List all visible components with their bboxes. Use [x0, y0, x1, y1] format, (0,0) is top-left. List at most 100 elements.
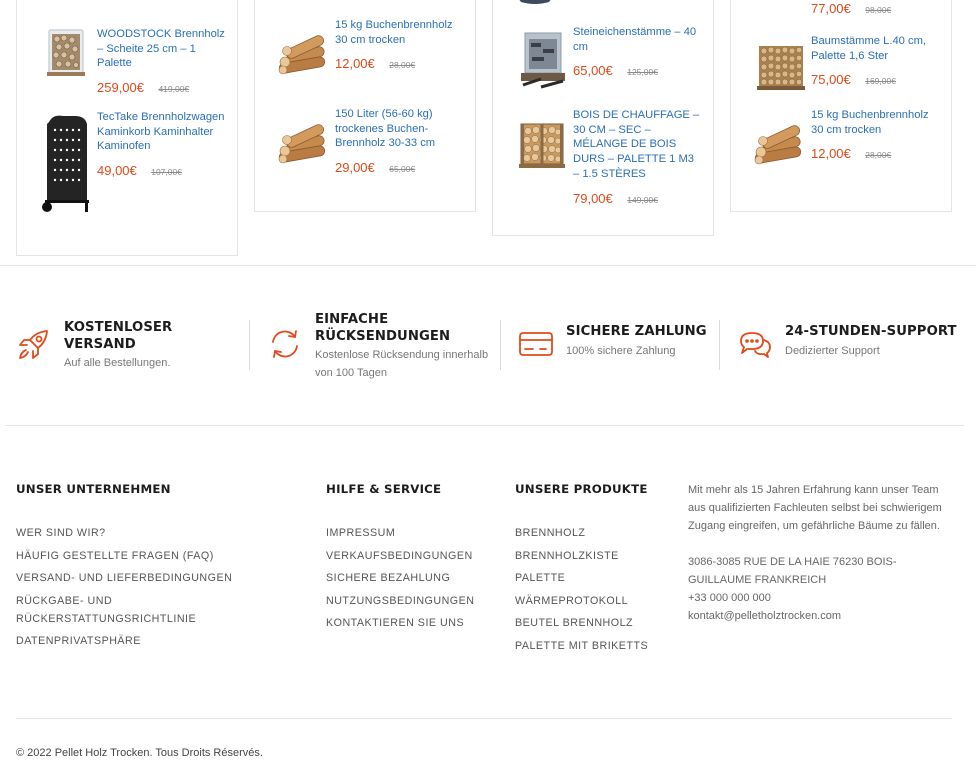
footer-link[interactable]: VERSAND- UND LIEFERBEDINGUNGEN [16, 569, 256, 587]
footer-link[interactable]: KONTAKTIEREN SIE UNS [326, 614, 506, 632]
price-row: 49,00€ 107,00€ [97, 162, 227, 180]
section-divider [5, 425, 964, 426]
product-old-price: 169,00€ [865, 76, 896, 87]
feature-subtitle: Kostenlose Rücksendung innerhalb von 100… [315, 349, 489, 379]
footer-link[interactable]: BRENNHOLZ [515, 524, 680, 542]
product-price: 12,00€ [335, 56, 375, 72]
log-bag-image[interactable] [511, 27, 573, 89]
footer-link[interactable]: BEUTEL BRENNHOLZ [515, 614, 680, 632]
price-row: 79,00€ 149,00€ [573, 190, 703, 208]
footer-link[interactable]: NUTZUNGSBEDINGUNGEN [326, 592, 506, 610]
feature-easy-returns: EINFACHE RÜCKSENDUNGEN Kostenlose Rückse… [267, 312, 492, 382]
footer-link[interactable]: WÄRMEPROTOKOLL [515, 592, 680, 610]
wood-crate-image[interactable] [511, 114, 573, 176]
product-price: 49,00€ [97, 163, 137, 179]
footer-link[interactable]: PALETTE MIT BRIKETTS [515, 637, 680, 655]
price-row: 259,00€ 419,00€ [97, 79, 227, 97]
feature-separator [500, 320, 501, 370]
footer-link[interactable]: SICHERE BEZAHLUNG [326, 569, 506, 587]
feature-text: SICHERE ZAHLUNG 100% sichere Zahlung [566, 324, 713, 360]
footer-help-heading: HILFE & SERVICE [326, 482, 442, 496]
product-card[interactable]: 150 Liter (56-60 kg) trockenes Buchen-Br… [255, 108, 475, 213]
company-email[interactable]: kontakt@pelletholztrocken.com [688, 607, 956, 625]
product-title[interactable]: 15 kg Buchenbrennholz 30 cm trocken [811, 108, 941, 137]
footer-link[interactable]: WER SIND WIR? [16, 524, 256, 542]
log-cart-image[interactable] [35, 110, 97, 220]
price-row: 29,00€ 65,00€ [335, 159, 465, 177]
product-price: 29,00€ [335, 160, 375, 176]
credit-card-icon [519, 332, 553, 356]
feature-title: EINFACHE RÜCKSENDUNGEN [315, 312, 451, 344]
product-old-price: 28,00€ [389, 60, 416, 71]
product-old-price: 98,00€ [865, 5, 892, 15]
product-card[interactable]: TecTake Brennholzwagen Kaminkorb Kaminha… [17, 111, 237, 216]
product-old-price: 419,00€ [158, 84, 190, 95]
footer-link[interactable]: BRENNHOLZKISTE [515, 547, 680, 565]
footer-help-links: IMPRESSUM VERKAUFSBEDINGUNGEN SICHERE BE… [326, 524, 506, 637]
feature-text: 24-STUNDEN-SUPPORT Dedizierter Support [785, 324, 962, 360]
footer-products-links: BRENNHOLZ BRENNHOLZKISTE PALETTE WÄRMEPR… [515, 524, 680, 660]
feature-secure-payment: SICHERE ZAHLUNG 100% sichere Zahlung [518, 312, 713, 382]
footer-link[interactable]: IMPRESSUM [326, 524, 506, 542]
product-price: 65,00€ [573, 63, 613, 79]
product-price: 79,00€ [573, 190, 613, 206]
price-row: 12,00€ 28,00€ [335, 55, 465, 73]
product-column-3: Steineichenstämme – 40 cm 65,00€ 125,00€… [492, 0, 714, 236]
product-price: 77,00€ [811, 1, 851, 16]
product-title[interactable]: Baumstämme L.40 cm, Palette 1,6 Ster [811, 34, 941, 63]
feature-title: 24-STUNDEN-SUPPORT [785, 324, 957, 339]
chat-bubbles-icon [740, 332, 771, 358]
footer-link[interactable]: VERKAUFSBEDINGUNGEN [326, 547, 506, 565]
footer-divider [16, 718, 952, 719]
footer-link[interactable]: RÜCKGABE- UND RÜCKERSTATTUNGSRICHTLINIE [16, 592, 206, 628]
feature-separator [249, 320, 250, 370]
product-price: 259,00€ [97, 80, 144, 96]
about-text: Mit mehr als 15 Jahren Erfahrung kann un… [688, 484, 942, 532]
footer-link[interactable]: HÄUFIG GESTELLTE FRAGEN (FAQ) [16, 547, 256, 565]
section-divider [0, 265, 976, 266]
feature-separator [719, 320, 720, 370]
product-title[interactable]: TecTake Brennholzwagen Kaminkorb Kaminha… [97, 110, 227, 154]
refresh-icon [272, 330, 298, 358]
feature-free-shipping: KOSTENLOSER VERSAND Auf alle Bestellunge… [16, 312, 241, 382]
product-title[interactable]: WOODSTOCK Brennholz – Scheite 25 cm – 1 … [97, 27, 227, 71]
feature-text: EINFACHE RÜCKSENDUNGEN Kostenlose Rückse… [315, 312, 492, 382]
footer-company-heading: UNSER UNTERNEHMEN [16, 482, 171, 496]
product-column-1: WOODSTOCK Brennholz – Scheite 25 cm – 1 … [16, 0, 238, 256]
product-price: 75,00€ [811, 72, 851, 88]
footer-company-links: WER SIND WIR? HÄUFIG GESTELLTE FRAGEN (F… [16, 524, 256, 655]
feature-subtitle: Dedizierter Support [785, 344, 880, 357]
company-phone[interactable]: +33 000 000 000 [688, 589, 956, 607]
log-pile-image[interactable] [273, 107, 335, 169]
product-title[interactable]: BOIS DE CHAUFFAGE – 30 CM – SEC – MÉLANG… [573, 108, 703, 182]
firewood-bag-image[interactable] [35, 22, 97, 84]
product-title[interactable]: Steineichenstämme – 40 cm [573, 25, 703, 54]
product-title[interactable]: 15 kg Buchenbrennholz 30 cm trocken [335, 18, 465, 47]
product-title[interactable]: 150 Liter (56-60 kg) trockenes Buchen-Br… [335, 107, 465, 151]
price-row: 77,00€ 98,00€ [811, 0, 941, 18]
rocket-icon [19, 330, 48, 359]
product-column-2: 15 kg Buchenbrennholz 30 cm trocken 12,0… [254, 0, 476, 212]
product-card[interactable]: BOIS DE CHAUFFAGE – 30 CM – SEC – MÉLANG… [493, 109, 713, 214]
product-card[interactable]: 77,00€ 98,00€ [731, 0, 951, 18]
footer-link[interactable]: DATENPRIVATSPHÄRE [16, 632, 256, 650]
product-old-price: 149,00€ [627, 194, 658, 205]
footer-about: Mit mehr als 15 Jahren Erfahrung kann un… [688, 481, 956, 625]
log-pile-image[interactable] [749, 108, 811, 170]
product-old-price: 28,00€ [865, 150, 892, 161]
feature-subtitle: Auf alle Bestellungen. [64, 357, 171, 369]
feature-title: KOSTENLOSER VERSAND [64, 320, 173, 352]
product-old-price: 125,00€ [627, 67, 658, 78]
copyright: © 2022 Pellet Holz Trocken. Tous Droits … [16, 747, 263, 759]
stacked-pallet-image[interactable] [749, 36, 811, 98]
company-address: 3086-3085 RUE DE LA HAIE 76230 BOIS-GUIL… [688, 556, 897, 586]
price-row: 75,00€ 169,00€ [811, 71, 941, 89]
log-pile-image[interactable] [273, 18, 335, 80]
footer-link[interactable]: PALETTE [515, 569, 680, 587]
feature-support: 24-STUNDEN-SUPPORT Dedizierter Support [737, 312, 962, 382]
feature-text: KOSTENLOSER VERSAND Auf alle Bestellunge… [64, 316, 241, 372]
product-card[interactable]: 15 kg Buchenbrennholz 30 cm trocken 12,0… [731, 109, 951, 214]
footer-products-heading: UNSERE PRODUKTE [515, 482, 648, 496]
product-old-price: 107,00€ [151, 167, 182, 178]
price-row: 65,00€ 125,00€ [573, 62, 703, 80]
